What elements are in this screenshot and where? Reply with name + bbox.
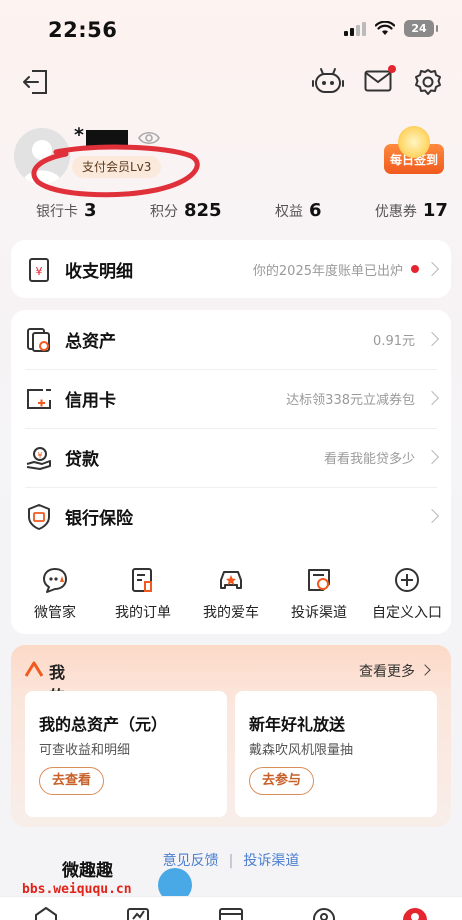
- complaint-icon: [308, 569, 330, 591]
- chat-butler-icon: [43, 568, 67, 593]
- promo-title: 新年好礼放送: [249, 715, 346, 734]
- signal-icon: [344, 21, 366, 36]
- car-icon: [220, 571, 242, 589]
- chevron-right-icon: [424, 390, 440, 406]
- tab-life-icon[interactable]: [312, 907, 336, 920]
- quick-links: 微管家 我的订单 我的爱车 投诉渠道 自定义入口: [11, 566, 451, 622]
- daily-checkin-button[interactable]: 每日签到: [384, 126, 444, 174]
- promo-card-assets[interactable]: 我的总资产（元） 可查收益和明细 去查看: [25, 691, 227, 817]
- quick-link-butler[interactable]: 微管家: [12, 566, 98, 622]
- mail-icon[interactable]: [364, 70, 392, 92]
- promo-subtitle: 戴森吹风机限量抽: [249, 743, 354, 758]
- bottom-tab-bar: [0, 896, 462, 920]
- bill-row[interactable]: ¥ 收支明细 你的2025年度账单已出炉: [11, 240, 451, 298]
- orders-icon: [132, 568, 152, 592]
- stat-label: 积分: [149, 204, 178, 220]
- chevron-right-icon: [424, 508, 440, 524]
- stat-value: 17: [422, 200, 448, 221]
- robot-assistant-icon[interactable]: [312, 66, 344, 96]
- menu-hint: 0.91元: [373, 333, 415, 349]
- quick-link-label: 投诉渠道: [291, 605, 347, 621]
- quick-link-complaints[interactable]: 投诉渠道: [276, 566, 362, 622]
- quick-link-custom[interactable]: 自定义入口: [364, 566, 450, 622]
- menu-title: 银行保险: [65, 508, 133, 529]
- battery-icon: 24: [404, 20, 438, 37]
- tab-mine-icon[interactable]: [402, 907, 428, 920]
- stats-row: 银行卡 3 积分 825 权益 6 优惠券 17: [36, 200, 448, 221]
- logout-icon[interactable]: [20, 68, 50, 96]
- quick-link-label: 微管家: [34, 605, 76, 621]
- settings-gear-icon[interactable]: [414, 68, 442, 96]
- menu-item-loan[interactable]: ¥ 贷款 看看我能贷多少: [11, 428, 451, 486]
- tab-card-icon[interactable]: [218, 907, 244, 920]
- promo-subtitle: 可查收益和明细: [39, 743, 131, 758]
- bill-title: 收支明细: [65, 261, 133, 282]
- stat-label: 权益: [274, 204, 303, 220]
- red-circle-annotation: [31, 144, 200, 198]
- chevron-right-icon: [424, 261, 440, 277]
- view-button[interactable]: 去查看: [39, 767, 105, 795]
- quick-link-label: 自定义入口: [372, 605, 442, 621]
- bill-document-icon: ¥: [29, 258, 49, 282]
- status-icons: 24: [344, 20, 438, 37]
- pingan-logo-icon: [25, 661, 43, 677]
- menu-hint: 达标领338元立减券包: [286, 392, 415, 408]
- menu-hint: 看看我能贷多少: [323, 451, 415, 467]
- stat-bank-cards[interactable]: 银行卡 3: [36, 200, 97, 221]
- my-pingan-section: 我的平安 查看更多 我的总资产（元） 可查收益和明细 去查看 新年好礼放送 戴森…: [11, 645, 451, 827]
- bill-hint: 你的2025年度账单已出炉: [252, 263, 403, 279]
- stat-benefits[interactable]: 权益 6: [275, 200, 322, 221]
- profile-section: * 支付会员Lv3 每日签到 银行卡 3 积分 825 权益 6 优惠券 17: [14, 124, 448, 224]
- stat-coupons[interactable]: 优惠券 17: [375, 200, 448, 221]
- quick-link-car[interactable]: 我的爱车: [188, 566, 274, 622]
- top-nav: [0, 64, 462, 100]
- view-more-link[interactable]: 查看更多: [359, 661, 415, 681]
- add-circle-icon: [395, 568, 419, 592]
- stat-label: 优惠券: [374, 204, 417, 220]
- tab-finance-icon[interactable]: [126, 907, 150, 920]
- footer-separator: |: [228, 853, 234, 869]
- stat-label: 银行卡: [36, 204, 78, 220]
- promo-card-newyear[interactable]: 新年好礼放送 戴森吹风机限量抽 去参与: [235, 691, 437, 817]
- svg-text:¥: ¥: [36, 265, 43, 278]
- credit-card-icon: [27, 389, 51, 409]
- bill-new-dot: [411, 265, 419, 273]
- svg-text:¥: ¥: [37, 451, 42, 460]
- stat-value: 3: [84, 200, 97, 221]
- assets-icon: [27, 328, 50, 352]
- menu-title: 信用卡: [65, 390, 116, 411]
- promo-title: 我的总资产（元）: [39, 715, 168, 734]
- menu-title: 贷款: [65, 449, 99, 470]
- tab-home-icon[interactable]: [34, 907, 58, 920]
- bill-card: ¥ 收支明细 你的2025年度账单已出炉: [11, 240, 451, 298]
- wifi-icon: [375, 21, 395, 35]
- loan-hand-coin-icon: ¥: [26, 447, 51, 470]
- mail-unread-dot: [388, 65, 396, 73]
- quick-link-label: 我的订单: [115, 605, 171, 621]
- quick-link-label: 我的爱车: [203, 605, 259, 621]
- status-time: 22:56: [48, 18, 118, 42]
- chevron-right-icon: [424, 449, 440, 465]
- stat-points[interactable]: 积分 825: [150, 200, 222, 221]
- quick-link-orders[interactable]: 我的订单: [100, 566, 186, 622]
- watermark-url: bbs.weiququ.cn: [22, 882, 132, 897]
- stat-value: 825: [183, 200, 222, 221]
- menu-item-insurance[interactable]: 银行保险: [11, 487, 451, 545]
- complaint-link[interactable]: 投诉渠道: [243, 853, 299, 869]
- status-bar: 22:56 24: [0, 0, 462, 60]
- menu-title: 总资产: [65, 331, 116, 352]
- watermark-title: 微趣趣: [62, 861, 113, 881]
- menu-item-total-assets[interactable]: 总资产 0.91元: [11, 310, 451, 368]
- join-button[interactable]: 去参与: [249, 767, 315, 795]
- menu-item-credit-card[interactable]: 信用卡 达标领338元立减券包: [11, 369, 451, 427]
- stat-value: 6: [308, 200, 322, 221]
- checkin-star-icon: [398, 126, 430, 158]
- insurance-shield-icon: [28, 504, 50, 530]
- chevron-right-icon: [424, 331, 440, 347]
- chevron-right-icon: [419, 664, 431, 676]
- services-card: 总资产 0.91元 信用卡 达标领338元立减券包 ¥ 贷款 看看我能贷多少 银…: [11, 310, 451, 634]
